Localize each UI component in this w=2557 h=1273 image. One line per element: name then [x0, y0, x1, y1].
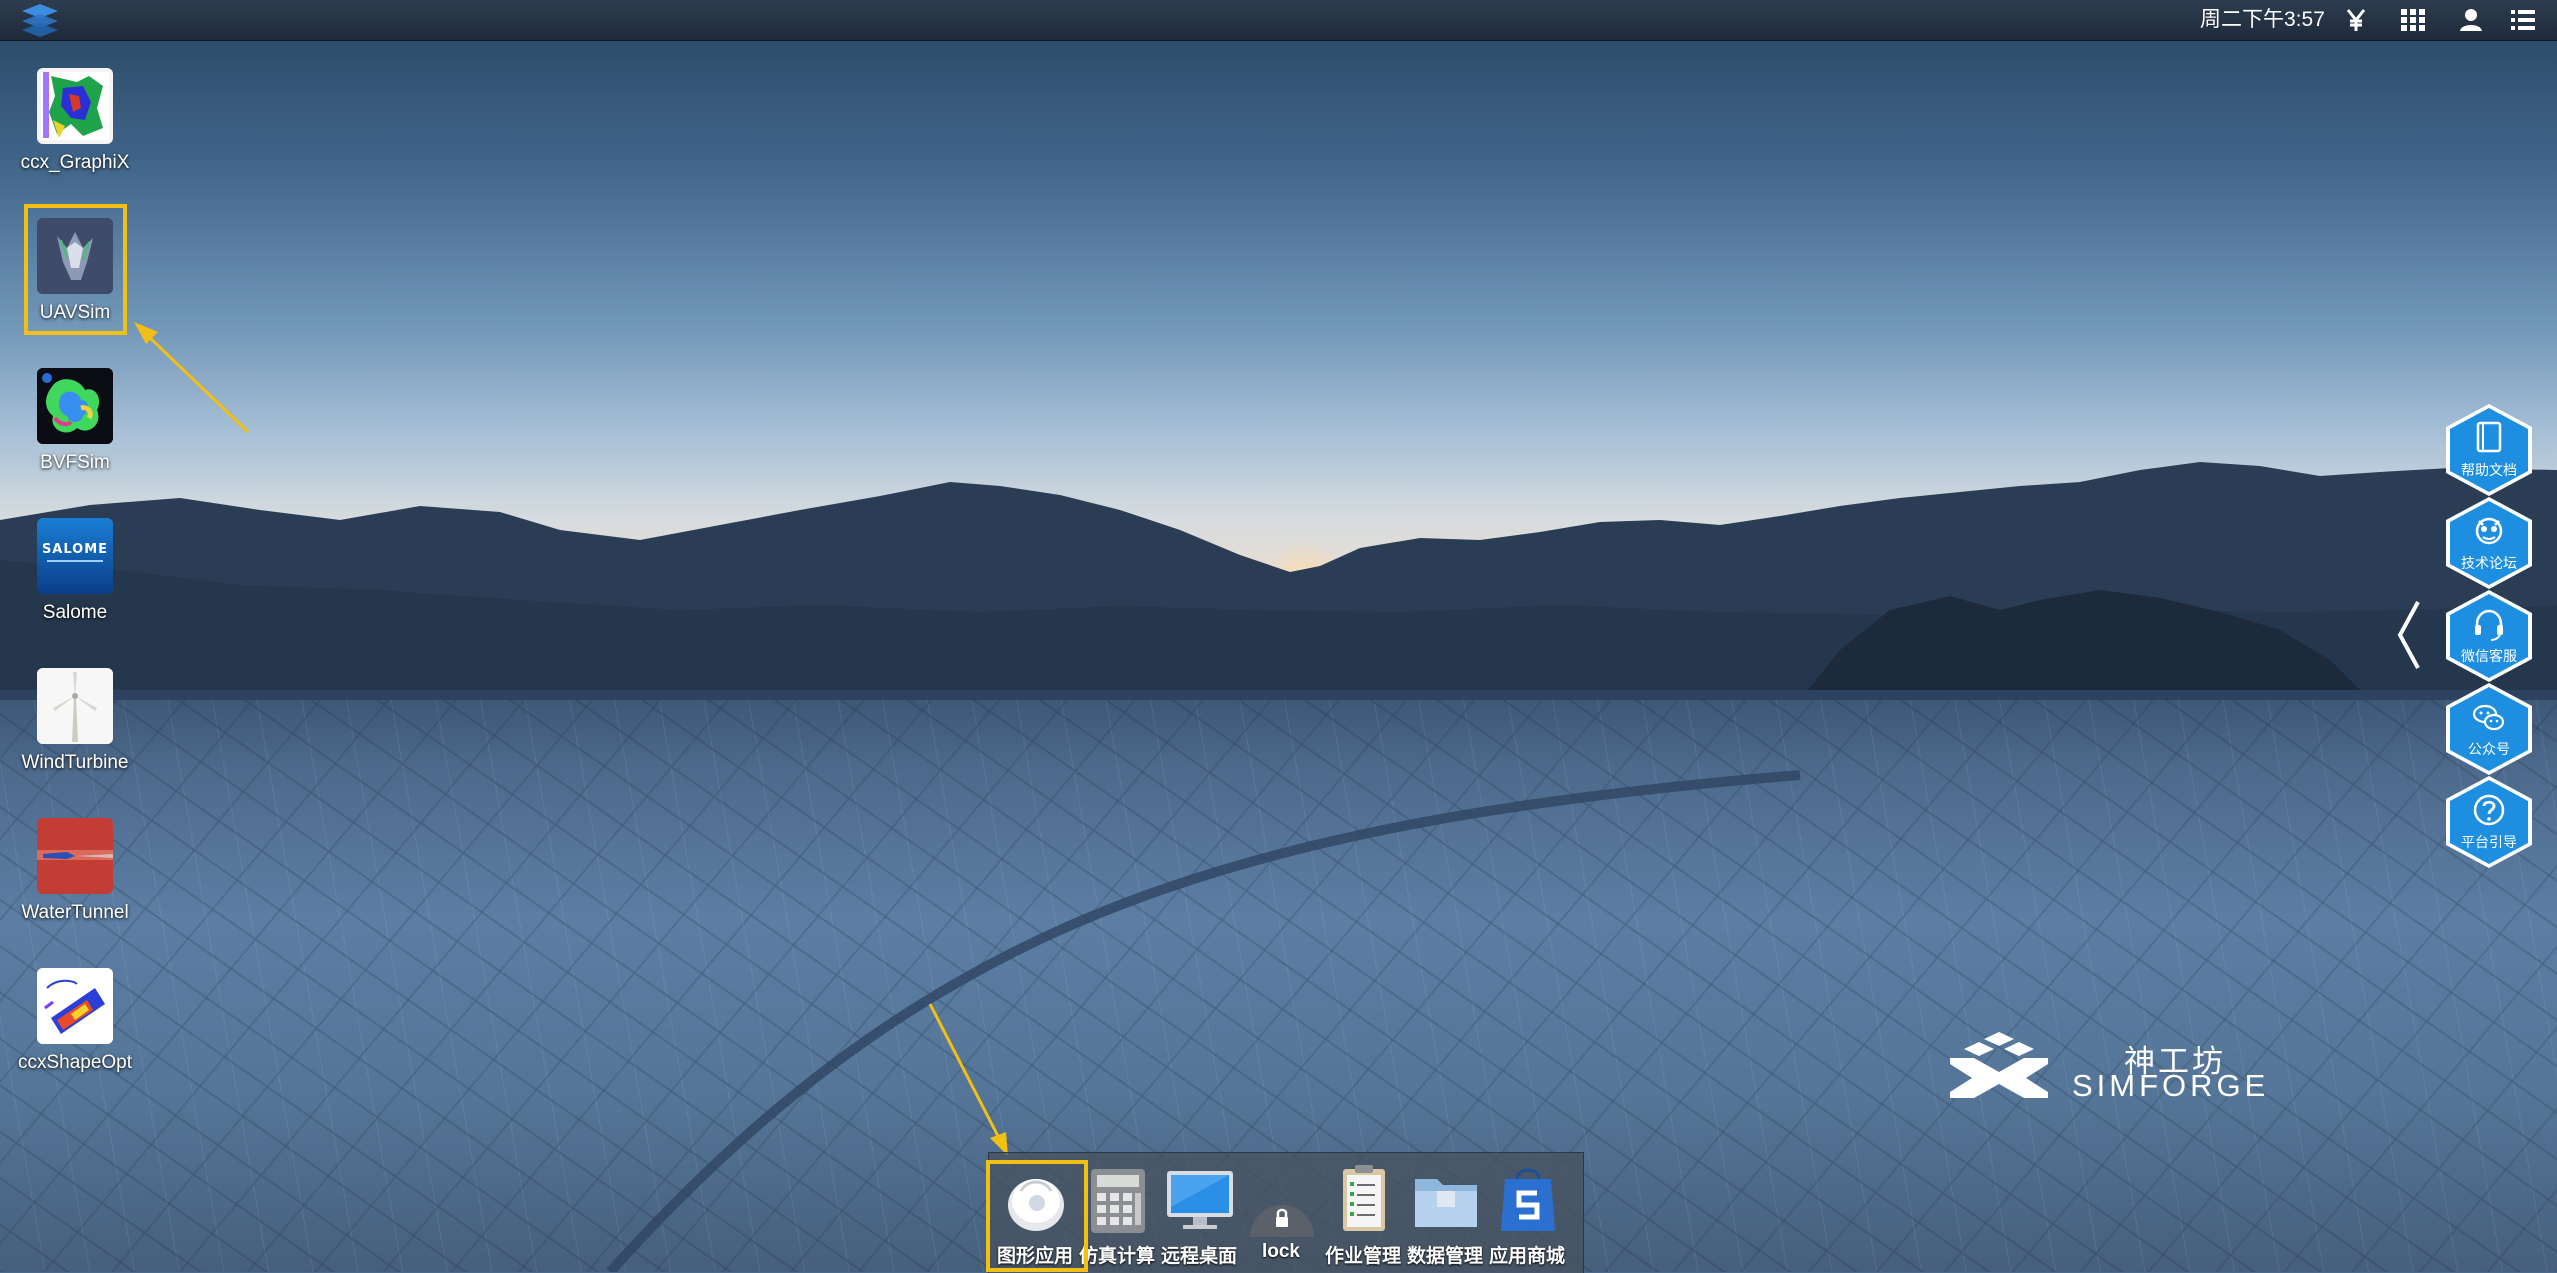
salome-tile-text: SALOME: [41, 542, 109, 557]
sidebar-item-label: 帮助文档: [2461, 462, 2517, 478]
folder-icon: [1415, 1179, 1477, 1227]
lock-icon: [1250, 1205, 1314, 1237]
simforge-logo-icon: [1950, 1032, 2048, 1098]
desktop-icon-label: ccx_GraphiX: [20, 152, 130, 173]
dock: 图形应用 仿真计算 远程桌面 lock 作业管理 数据管理 应用商城: [988, 1152, 1584, 1273]
desktop-icon-windturbine[interactable]: WindTurbine: [16, 668, 134, 774]
dock-item-lock[interactable]: lock: [1239, 1153, 1323, 1273]
sidebar-item-official-account[interactable]: 公众号: [2446, 683, 2532, 775]
dock-item-remote-desktop[interactable]: 远程桌面: [1157, 1153, 1241, 1273]
desktop-icon-ccxshapeopt[interactable]: ccxShapeOpt: [16, 968, 134, 1074]
sidebar-item-label: 微信客服: [2461, 648, 2517, 664]
simforge-brand: 神工坊 SIMFORGE: [1944, 1026, 2284, 1103]
sidebar-item-help-docs[interactable]: 帮助文档: [2446, 404, 2532, 496]
desktop-icon-label: UAVSim: [39, 302, 111, 323]
headset-icon: [2475, 609, 2503, 641]
uavsim-icon: [37, 218, 113, 294]
brand-english-name: SIMFORGE: [2072, 1068, 2270, 1103]
salome-icon: SALOME: [37, 518, 113, 594]
graphics-app-icon: [1008, 1179, 1064, 1231]
apps-grid-icon[interactable]: [2400, 8, 2426, 32]
desktop-icon-label: BVFSim: [40, 452, 110, 473]
ccx-graphix-icon: [37, 68, 113, 144]
desktop-icon-ccx-graphix[interactable]: ccx_GraphiX: [16, 68, 134, 174]
forum-icon: [2475, 517, 2503, 545]
desktop-icon-watertunnel[interactable]: WaterTunnel: [16, 818, 134, 924]
dock-item-job-management[interactable]: 作业管理: [1321, 1153, 1405, 1273]
dock-item-app-store[interactable]: 应用商城: [1485, 1153, 1569, 1273]
desktop-icon-label: ccxShapeOpt: [17, 1052, 133, 1073]
ccx-shapeopt-icon: [37, 968, 113, 1044]
sidebar-item-tech-forum[interactable]: 技术论坛: [2446, 497, 2532, 589]
desktop-icon-bvfsim[interactable]: BVFSim: [16, 368, 134, 474]
water-tunnel-icon: [37, 818, 113, 894]
sidebar-collapse-chevron-icon[interactable]: [2394, 598, 2424, 672]
bvfsim-icon: [37, 368, 113, 444]
menu-list-icon[interactable]: [2510, 8, 2536, 32]
dock-item-simulation[interactable]: 仿真计算: [1075, 1153, 1159, 1273]
question-icon: [2473, 794, 2505, 826]
dock-item-data-management[interactable]: 数据管理: [1403, 1153, 1487, 1273]
book-icon: [2476, 421, 2502, 453]
dock-item-graphics-app[interactable]: 图形应用: [993, 1153, 1077, 1273]
sidebar-item-label: 平台引导: [2461, 834, 2517, 850]
yen-icon[interactable]: [2343, 8, 2369, 32]
wechat-icon: [2472, 704, 2505, 731]
sidebar-item-wechat-support[interactable]: 微信客服: [2446, 590, 2532, 682]
calculator-icon: [1091, 1169, 1145, 1233]
clock: 周二下午3:57: [2200, 8, 2325, 31]
dock-item-label: 应用商城: [1488, 1246, 1565, 1267]
desktop-icon-label: WaterTunnel: [21, 902, 129, 923]
desktop-icon-label: Salome: [42, 602, 108, 623]
desktop-icon-salome[interactable]: SALOME Salome: [16, 518, 134, 624]
user-icon[interactable]: [2458, 8, 2484, 32]
sidebar-item-platform-guide[interactable]: 平台引导: [2446, 776, 2532, 868]
platform-logo-icon[interactable]: [18, 2, 62, 38]
wind-turbine-icon: [37, 668, 113, 744]
sidebar-item-label: 公众号: [2468, 741, 2510, 757]
store-icon: [1501, 1168, 1555, 1231]
top-bar: 周二下午3:57: [0, 0, 2557, 41]
clipboard-icon: [1343, 1165, 1385, 1231]
sidebar-item-label: 技术论坛: [2461, 555, 2517, 571]
salome-tile-line: [47, 560, 103, 562]
monitor-icon: [1167, 1171, 1233, 1229]
desktop-icon-uavsim[interactable]: UAVSim: [16, 218, 134, 324]
desktop-icon-label: WindTurbine: [21, 752, 129, 773]
